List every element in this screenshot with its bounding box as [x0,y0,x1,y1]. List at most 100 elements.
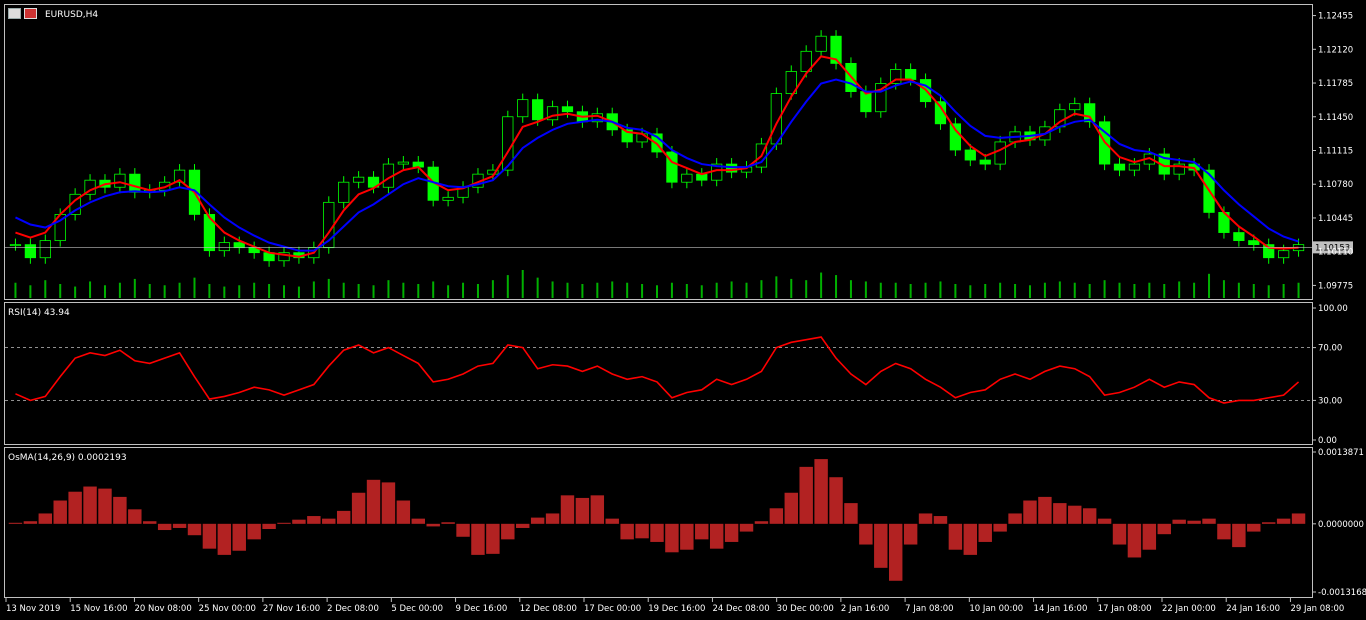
osma-bar [754,521,769,524]
volume-bar [1058,281,1061,298]
osma-bar [1068,505,1082,524]
volume-bar [1148,282,1151,298]
volume-bar [133,278,136,298]
volume-bar [835,275,838,298]
time-tick-label: 25 Nov 00:00 [199,604,256,614]
volume-bar [715,282,718,298]
osma-bar [814,459,828,524]
osma-bar [829,477,843,524]
time-tick-label: 27 Nov 16:00 [263,604,320,614]
osma-bar [1247,523,1261,532]
volume-bar [1267,285,1270,298]
osma-bar [993,523,1007,532]
volume-bar [1282,284,1285,298]
volume-bar [775,276,778,298]
candle-body [24,244,37,259]
candle-body [397,161,409,165]
volume-bar [118,282,121,298]
osma-plot[interactable] [8,459,1306,581]
volume-bar [29,285,32,298]
price-tick-label: 1.11450 [1318,113,1353,123]
price-tick-label: 1.10110 [1318,248,1353,258]
volume-bar [312,281,315,298]
osma-bar [38,513,53,524]
osma-bar [143,521,157,524]
osma-bar [1038,496,1052,524]
price-tick-label: 1.12455 [1318,12,1353,22]
candle-body [964,149,976,161]
osma-bar [560,495,575,524]
osma-bar [948,523,963,550]
candle-body [338,181,350,203]
candle-body [218,242,230,252]
osma-bar [888,523,903,581]
candle-body [905,69,917,80]
osma-bar [620,523,634,540]
trading-chart[interactable]: 1.10153 1.12455 1.12120 1.11785 1.11450 1.11… [0,0,1366,620]
osma-bar [83,486,97,524]
candle-body [1069,103,1081,111]
time-tick-label: 15 Nov 16:00 [70,604,127,614]
volume-bar [44,280,47,298]
volume-bar [238,285,241,298]
volume-bar [357,284,360,298]
candle-body [561,106,574,113]
candle-body [352,176,365,183]
osma-bar [859,523,873,545]
volume-bar [1252,284,1255,298]
rsi-line [15,336,1300,404]
volume-bar [1043,282,1046,298]
time-tick-label: 19 Dec 16:00 [648,604,705,614]
volume-bar [581,284,584,298]
osma-tick-label: 0.0013871 [1318,448,1364,458]
osma-bar [336,510,351,524]
volume-bar [864,281,867,298]
volume-bar [283,285,286,298]
candle-body [9,244,22,247]
osma-bar [605,518,619,524]
title-icons [8,8,37,19]
rsi-tick-label: 70.00 [1318,344,1342,354]
rsi-plot[interactable] [5,336,1312,404]
osma-bar [590,495,605,524]
osma-bar [486,523,500,554]
osma-bar [650,523,664,542]
osma-bar [1023,500,1037,524]
candle-body [517,99,529,118]
volume-bar [74,286,77,298]
price-plot[interactable]: 1.10153 [5,30,1353,298]
candle-body [532,99,544,121]
osma-bar [933,516,948,524]
osma-bar [381,482,396,524]
osma-bar [366,479,381,524]
price-tick-label: 1.12120 [1318,45,1353,55]
time-tick-label: 22 Jan 00:00 [1162,604,1216,614]
volume-bar [685,284,688,298]
time-tick-label: 9 Dec 16:00 [456,604,508,614]
volume-bar [626,282,629,298]
osma-tick-label: -0.0013168 [1318,588,1366,598]
volume-bar [14,282,17,298]
volume-bar [536,277,539,298]
volume-bar [730,281,733,298]
chart-window-icon[interactable] [8,8,21,19]
price-tick-label: 1.11115 [1318,146,1353,156]
osma-bar [1053,503,1067,524]
volume-bar [193,277,196,298]
volume-bar [1133,284,1136,298]
osma-bar [739,523,754,532]
osma-bar [1142,523,1157,550]
time-tick-label: 10 Jan 00:00 [969,604,1023,614]
osma-bar [680,523,694,550]
time-tick-label: 14 Jan 16:00 [1034,604,1088,614]
osma-bar [23,521,38,524]
price-tick-label: 1.10780 [1318,180,1353,190]
volume-bar [1073,282,1076,298]
volume-bar [879,282,882,298]
time-tick-label: 24 Dec 08:00 [712,604,769,614]
volume-bar [1193,282,1196,298]
volume-bar [103,285,106,298]
volume-bar [924,282,927,298]
volume-bar [1088,284,1091,298]
time-tick-label: 30 Dec 00:00 [777,604,834,614]
